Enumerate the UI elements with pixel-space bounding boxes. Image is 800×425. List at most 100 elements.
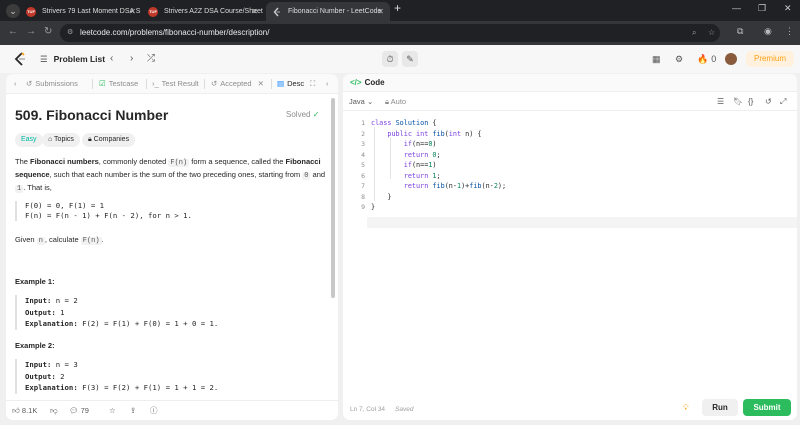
problem-list-button[interactable]: ☰ Problem List (40, 51, 105, 67)
tab-title: Strivers A2Z DSA Course/Sheet (164, 8, 263, 15)
close-icon[interactable]: ✕ (129, 2, 136, 21)
new-tab-icon[interactable]: + (394, 1, 401, 15)
code-line: if(n==0) (403, 140, 437, 148)
scrollbar[interactable] (331, 98, 335, 298)
like-button[interactable]: 👍︎ 8.1K (12, 401, 37, 420)
line-number: 9 (361, 203, 365, 211)
problem-statement: The Fibonacci numbers, commonly denoted … (15, 156, 330, 195)
leetcode-logo-icon[interactable] (14, 52, 26, 66)
tab-description[interactable]: ▤ Desc (277, 74, 304, 94)
language-select[interactable]: Java ⌄ (349, 93, 373, 111)
close-icon[interactable]: ✕ (251, 2, 258, 21)
solved-badge: Solved ✓ (286, 110, 319, 119)
timer-icon[interactable]: ⏱ (382, 51, 398, 67)
window-close-icon[interactable]: ✕ (784, 3, 792, 14)
terminal-icon: ›_ (152, 79, 159, 88)
term: Fibonacci numbers (30, 157, 99, 166)
shuffle-icon[interactable]: ⤮ (147, 51, 155, 67)
site-info-icon[interactable]: ⚙ (67, 24, 73, 42)
dislike-icon[interactable]: 👎︎ (50, 401, 58, 420)
companies-chip[interactable]: 🔒︎ Companies (82, 133, 136, 147)
extensions-icon[interactable]: ⧉ (737, 26, 743, 37)
text: and (310, 170, 326, 179)
tab-testcase[interactable]: ☑ Testcase (99, 74, 138, 94)
address-bar: ← → ↻ ⚙ leetcode.com/problems/fibonacci-… (0, 21, 800, 45)
bookmark-icon[interactable]: 🔖︎ (733, 93, 743, 111)
prev-problem-icon[interactable]: ‹ (110, 51, 113, 67)
browser-tab[interactable]: TUF Strivers A2Z DSA Course/Sheet ✕ (142, 2, 264, 21)
premium-button[interactable]: Premium (746, 51, 794, 67)
favorite-star-icon[interactable]: ☆ (109, 401, 116, 420)
settings-gear-icon[interactable]: ⚙ (675, 52, 683, 66)
layout-icon[interactable]: ▦ (652, 52, 661, 66)
inline-code: n (36, 237, 45, 245)
more-icon[interactable]: ⋮ (785, 26, 794, 37)
tuf-favicon-icon: TUF (148, 7, 158, 17)
help-icon[interactable]: ⓘ (150, 401, 158, 420)
collapse-panel-icon[interactable]: ‹ (326, 74, 329, 94)
code-tab[interactable]: </> Code (350, 74, 385, 92)
format-icon[interactable]: ☰ (717, 93, 724, 111)
tab-accepted[interactable]: ↺ Accepted ✕ (211, 74, 264, 94)
submit-button[interactable]: Submit (743, 399, 791, 416)
notes-icon[interactable]: ✎ (402, 51, 418, 67)
code-icon: </> (350, 78, 362, 87)
back-icon[interactable]: ← (8, 26, 18, 37)
label: Output: (25, 307, 56, 317)
close-icon[interactable]: ✕ (377, 2, 384, 21)
close-icon[interactable]: ✕ (258, 79, 264, 88)
maximize-icon[interactable]: ❐ (758, 3, 766, 14)
code-editor[interactable]: 1 2 3 4 5 6 7 8 9 class Solution { publi… (343, 114, 797, 394)
code-line: return fib(n-1)+fib(n-2); (403, 182, 507, 190)
minimize-icon[interactable]: — (732, 3, 741, 13)
run-button[interactable]: Run (702, 399, 738, 416)
leetcode-favicon-icon (272, 7, 282, 17)
next-problem-icon[interactable]: › (130, 51, 133, 67)
inline-code: 1 (15, 185, 24, 193)
tab-submissions[interactable]: ↺ Submissions (26, 74, 78, 94)
bookmark-star-icon[interactable]: ☆ (708, 24, 715, 42)
topics-chip[interactable]: ⌂ Topics (42, 133, 80, 147)
comment-count: 79 (80, 406, 89, 415)
reset-icon[interactable]: ↺ (765, 93, 772, 111)
tab-test-result[interactable]: ›_ Test Result (152, 74, 199, 94)
text: , such that each number is the sum of th… (49, 170, 303, 179)
braces-icon[interactable]: {} (748, 93, 753, 111)
zoom-icon[interactable]: ⌕ (692, 24, 696, 42)
browser-tab-active[interactable]: Fibonacci Number - LeetCode ✕ (266, 2, 390, 21)
maximize-panel-icon[interactable]: ⛶ (310, 74, 315, 94)
code-header: </> Code (343, 74, 797, 92)
streak-fire-icon[interactable]: 🔥 0 (697, 52, 716, 66)
url-text: leetcode.com/problems/fibonacci-number/d… (80, 28, 270, 37)
tab-arrow-icon[interactable]: ‹ (14, 74, 17, 94)
language-label: Java (349, 97, 365, 106)
lightbulb-icon[interactable]: 💡︎ (683, 400, 689, 416)
browser-tab[interactable]: TUF Strivers 79 Last Moment DSA S ✕ (20, 2, 142, 21)
forward-icon[interactable]: → (26, 26, 36, 37)
share-icon[interactable]: ⇪ (130, 401, 136, 420)
divider (271, 79, 272, 89)
profile-icon[interactable]: ◉ (764, 26, 772, 37)
auto-mode-toggle[interactable]: 🔒︎ Auto (385, 93, 406, 111)
difficulty-badge[interactable]: Easy (15, 133, 43, 147)
tab-search-icon[interactable]: ⌄ (6, 4, 20, 18)
code-panel: </> Code Java ⌄ 🔒︎ Auto ☰ 🔖︎ {} ↺ ⤢ 1 2 3… (343, 74, 797, 420)
cursor-position: Ln 7, Col 34 (350, 406, 386, 413)
label: Output: (25, 371, 56, 381)
fullscreen-icon[interactable]: ⤢ (780, 93, 786, 111)
solved-label: Solved (286, 110, 311, 119)
line-number: 4 (361, 150, 365, 159)
reload-icon[interactable]: ↻ (44, 26, 52, 37)
url-field[interactable]: ⚙ leetcode.com/problems/fibonacci-number… (60, 24, 720, 42)
chip-label: Companies (93, 136, 130, 143)
code-line: } (371, 203, 376, 211)
code-title: Code (364, 78, 385, 87)
document-icon: ▤ (277, 79, 285, 88)
example-title: Example 2: (15, 341, 55, 350)
value: n = 2 (51, 296, 78, 305)
formula-block: F(0) = 0, F(1) = 1 F(n) = F(n - 1) + F(n… (15, 201, 320, 221)
comments-button[interactable]: 💬︎ 79 (69, 401, 89, 420)
line-number: 5 (361, 161, 365, 169)
avatar[interactable] (725, 53, 737, 65)
label: Input: (25, 360, 52, 369)
